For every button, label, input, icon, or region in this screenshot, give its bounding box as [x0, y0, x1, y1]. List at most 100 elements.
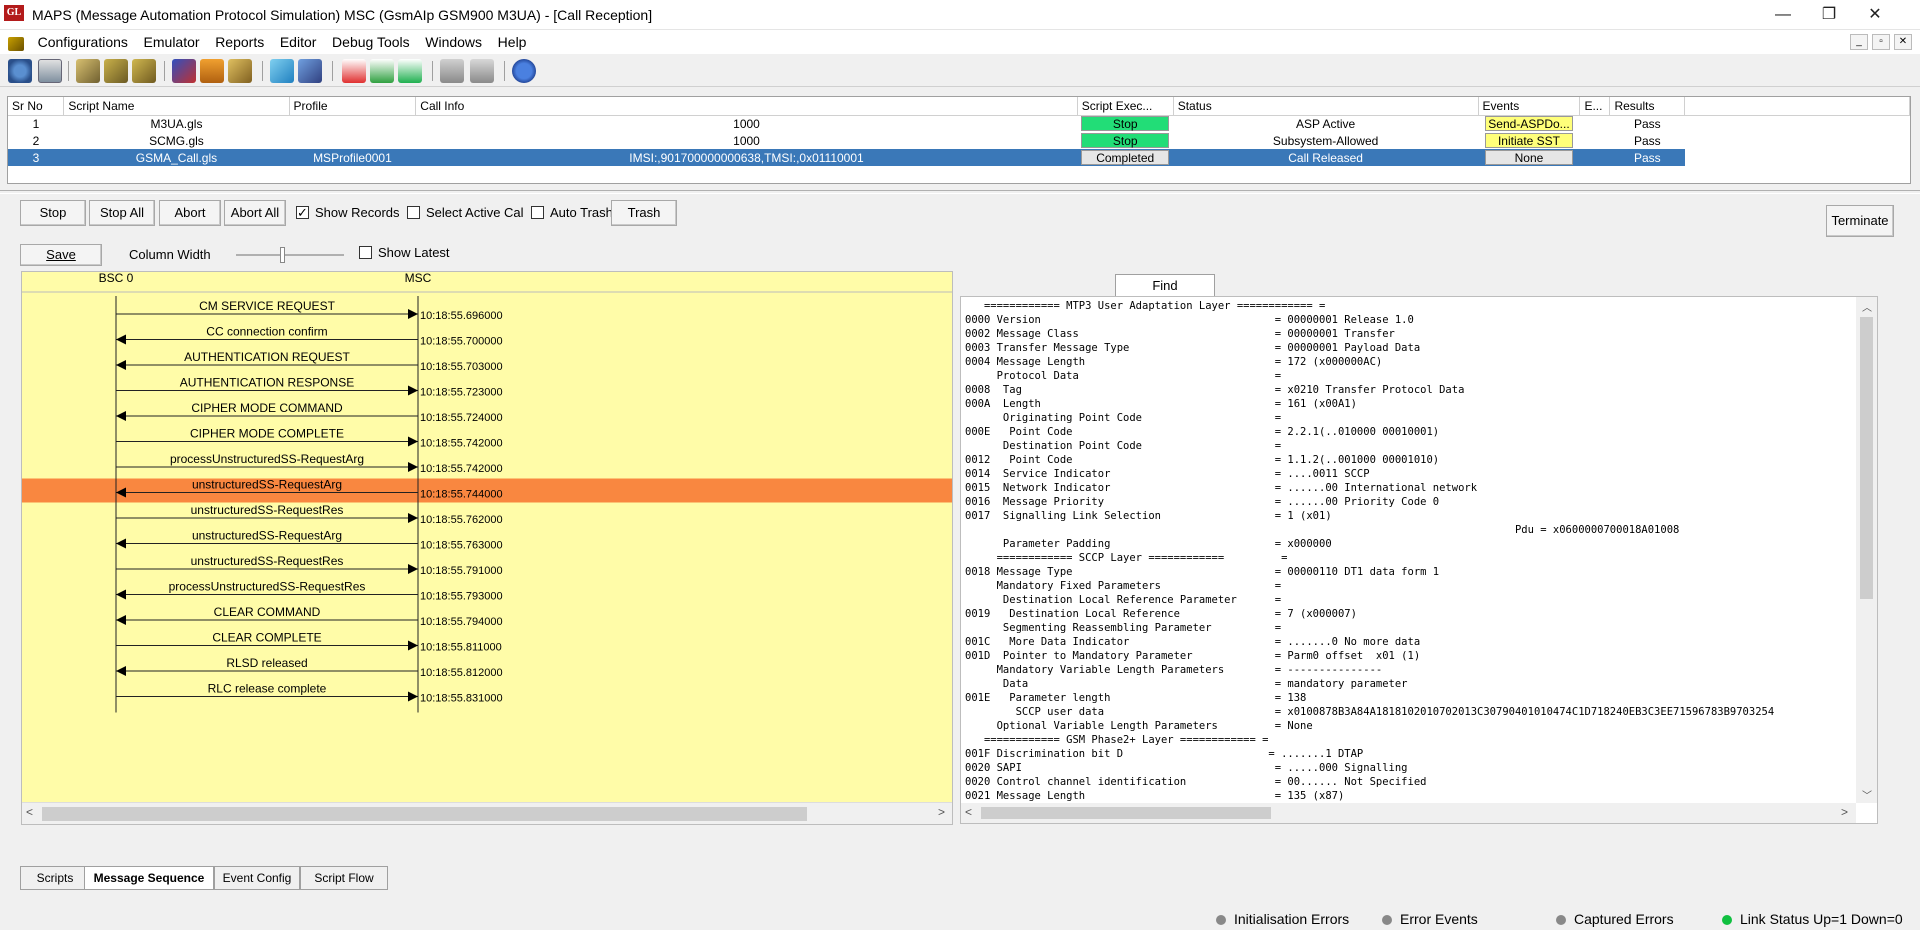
decode-line: 0008 Tag = x0210 Transfer Protocol Data — [965, 384, 1465, 396]
event-button[interactable]: None — [1484, 150, 1573, 165]
menu-help[interactable]: Help — [492, 30, 533, 54]
auto-trash-checkbox[interactable]: Auto Trash — [531, 204, 611, 224]
save-button[interactable]: Save — [20, 244, 102, 266]
scroll-thumb[interactable] — [42, 807, 807, 821]
briefcase-icon[interactable] — [200, 59, 224, 83]
splitter[interactable] — [0, 190, 1920, 194]
message-timestamp: 10:18:55.793000 — [420, 591, 503, 603]
mdi-close-button[interactable]: ✕ — [1894, 34, 1912, 50]
show-latest-checkbox[interactable]: Show Latest — [359, 244, 450, 264]
mdi-restore-button[interactable]: ▫ — [1872, 34, 1890, 50]
scroll-right-icon[interactable]: > — [938, 805, 945, 819]
show-records-checkbox[interactable]: Show Records — [296, 204, 400, 224]
split-icon[interactable] — [440, 59, 464, 83]
exec-stop-button[interactable]: Stop — [1081, 133, 1170, 148]
decode-hscrollbar[interactable]: < > — [961, 803, 1856, 823]
stop-all-button[interactable]: Stop All — [89, 200, 155, 226]
decode-line: Protocol Data = — [965, 370, 1282, 382]
status-init-errors[interactable]: Initialisation Errors — [1216, 911, 1349, 927]
col-header-call-info[interactable]: Call Info — [415, 97, 1078, 116]
settings-gear-icon[interactable] — [8, 59, 32, 83]
trash-button[interactable]: Trash — [611, 200, 677, 226]
menu-configurations[interactable]: Configurations — [32, 30, 134, 54]
check-tool-icon[interactable] — [270, 59, 294, 83]
menu-windows[interactable]: Windows — [419, 30, 488, 54]
scroll-thumb[interactable] — [981, 807, 1271, 819]
cell-profile — [289, 115, 416, 132]
database-icon[interactable] — [172, 59, 196, 83]
menu-emulator[interactable]: Emulator — [138, 30, 206, 54]
play-script-icon[interactable] — [398, 59, 422, 83]
tab-script-flow[interactable]: Script Flow — [300, 866, 388, 890]
gears-icon[interactable] — [104, 59, 128, 83]
scroll-thumb[interactable] — [1860, 317, 1873, 599]
decode-text[interactable]: ============ MTP3 User Adaptation Layer … — [965, 299, 1860, 823]
tool-wand-icon[interactable] — [298, 59, 322, 83]
event-button[interactable]: Initiate SST — [1484, 133, 1573, 148]
scroll-left-icon[interactable]: < — [965, 805, 972, 819]
close-button[interactable]: ✕ — [1852, 0, 1898, 30]
tab-event-config[interactable]: Event Config — [214, 866, 300, 890]
cell-status: Call Released — [1173, 149, 1479, 166]
toolbar-separator — [504, 61, 505, 81]
table-row[interactable]: 1 M3UA.gls 1000 Stop ASP Active Send-ASP… — [8, 115, 1910, 132]
scroll-left-icon[interactable]: < — [26, 805, 33, 819]
scroll-down-icon[interactable]: ﹀ — [1862, 787, 1872, 802]
config-list-icon[interactable] — [38, 59, 62, 83]
find-tab[interactable]: Find — [1115, 274, 1215, 298]
minimize-button[interactable]: — — [1760, 0, 1806, 30]
scroll-up-icon[interactable]: ︿ — [1862, 299, 1872, 314]
tab-message-sequence[interactable]: Message Sequence — [84, 866, 214, 890]
table-row-selected[interactable]: 3 GSMA_Call.gls MSProfile0001 IMSI:,9017… — [8, 149, 1910, 166]
tab-scripts[interactable]: Scripts — [20, 866, 90, 890]
tools-icon[interactable] — [470, 59, 494, 83]
col-header-script-name[interactable]: Script Name — [63, 97, 290, 116]
cell-results: Pass — [1634, 133, 1661, 148]
maximize-button[interactable]: ❐ — [1806, 0, 1852, 30]
menu-debug-tools[interactable]: Debug Tools — [326, 30, 416, 54]
menu-reports[interactable]: Reports — [209, 30, 270, 54]
stop-button[interactable]: Stop — [20, 200, 86, 226]
stop-record-icon[interactable] — [342, 59, 366, 83]
checkbox-box[interactable] — [296, 204, 309, 222]
status-dot-icon — [1216, 915, 1226, 925]
abort-all-button[interactable]: Abort All — [224, 200, 286, 226]
mdi-minimize-button[interactable]: _ — [1850, 34, 1868, 50]
exec-completed-button[interactable]: Completed — [1081, 150, 1170, 165]
help-icon[interactable] — [512, 59, 536, 83]
abort-button[interactable]: Abort — [159, 200, 221, 226]
col-header-status[interactable]: Status — [1173, 97, 1479, 116]
col-header-results[interactable]: Results — [1609, 97, 1686, 116]
profile-edit-icon[interactable] — [76, 59, 100, 83]
col-header-script-exec[interactable]: Script Exec... — [1077, 97, 1174, 116]
status-captured-errors[interactable]: Captured Errors — [1556, 911, 1674, 927]
checkbox-box[interactable] — [359, 246, 372, 259]
status-error-events[interactable]: Error Events — [1382, 911, 1478, 927]
scroll-right-icon[interactable]: > — [1841, 805, 1848, 819]
column-width-slider-thumb[interactable] — [280, 247, 285, 263]
message-timestamp: 10:18:55.763000 — [420, 540, 503, 552]
menu-editor[interactable]: Editor — [274, 30, 323, 54]
col-header-profile[interactable]: Profile — [289, 97, 417, 116]
select-active-call-checkbox[interactable]: Select Active Cal — [407, 204, 524, 224]
message-label: processUnstructuredSS-RequestRes — [169, 580, 366, 594]
col-header-srno[interactable]: Sr No — [8, 97, 65, 116]
terminate-button[interactable]: Terminate — [1826, 205, 1894, 237]
checkbox-box[interactable] — [531, 206, 544, 219]
gears-alt-icon[interactable] — [132, 59, 156, 83]
event-button[interactable]: Send-ASPDo... — [1484, 116, 1573, 132]
col-header-events[interactable]: Events — [1478, 97, 1581, 116]
arrowhead-right-icon — [408, 564, 418, 574]
col-header-e[interactable]: E... — [1579, 97, 1611, 116]
title-bar: GL MAPS (Message Automation Protocol Sim… — [0, 0, 1920, 30]
mdi-child-icon[interactable] — [8, 36, 24, 51]
column-width-slider-track[interactable] — [236, 254, 344, 256]
table-row[interactable]: 2 SCMG.gls 1000 Stop Subsystem-Allowed I… — [8, 132, 1910, 149]
script-gears-icon[interactable] — [228, 59, 252, 83]
exec-stop-button[interactable]: Stop — [1081, 116, 1170, 132]
checkbox-box[interactable] — [407, 206, 420, 219]
decode-vscrollbar[interactable]: ︿ ﹀ — [1856, 297, 1877, 803]
record-icon[interactable] — [370, 59, 394, 83]
sequence-hscrollbar[interactable]: < > — [22, 802, 952, 824]
decode-line: Originating Point Code = — [965, 412, 1282, 424]
